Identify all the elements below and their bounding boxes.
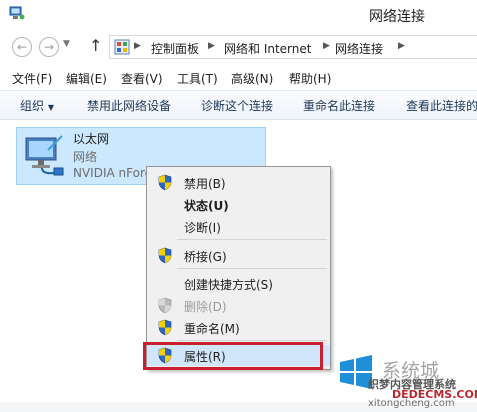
menu-item-delete-label: 删除(D) — [184, 300, 227, 314]
menu-item-status-label: 状态(U) — [184, 199, 229, 213]
forward-button[interactable]: → — [39, 37, 59, 57]
menu-separator — [177, 239, 327, 240]
menu-help[interactable]: 帮助(H) — [289, 70, 331, 87]
connection-name: 以太网 — [73, 132, 110, 146]
menu-item-bridge[interactable]: 桥接(G) — [147, 245, 330, 266]
menu-item-bridge-label: 桥接(G) — [184, 250, 227, 264]
menu-separator — [177, 340, 327, 341]
menu-separator — [177, 268, 327, 269]
view-status-button[interactable]: 查看此连接的 — [406, 97, 477, 114]
disable-device-button[interactable]: 禁用此网络设备 — [87, 97, 171, 114]
menu-item-create-shortcut-label: 创建快捷方式(S) — [184, 278, 273, 292]
breadcrumb-control-panel[interactable]: 控制面板 — [151, 40, 199, 57]
address-bar[interactable]: ▶ 控制面板 ▶ 网络和 Internet ▶ 网络连接 ▶ — [109, 35, 477, 59]
uac-shield-icon — [158, 319, 172, 336]
back-button[interactable]: ← — [12, 37, 32, 57]
up-button[interactable]: ↑ — [89, 36, 102, 55]
chevron-right-icon[interactable]: ▶ — [323, 41, 330, 51]
menu-item-rename-label: 重命名(M) — [184, 322, 240, 336]
chevron-right-icon[interactable]: ▶ — [208, 41, 215, 51]
organize-label: 组织 — [20, 99, 45, 113]
menu-tools[interactable]: 工具(T) — [177, 70, 218, 87]
properties-highlight-annotation — [143, 342, 323, 370]
command-bar: 组织 ▼ 禁用此网络设备 诊断这个连接 重命名此连接 查看此连接的 — [0, 90, 477, 120]
connection-type: 网络 — [73, 150, 98, 164]
breadcrumb-network-connections[interactable]: 网络连接 — [335, 40, 383, 57]
menu-item-rename[interactable]: 重命名(M) — [147, 317, 330, 338]
menu-item-disable-label: 禁用(B) — [184, 177, 226, 191]
rename-connection-button[interactable]: 重命名此连接 — [303, 97, 375, 114]
uac-shield-icon — [158, 247, 172, 264]
control-panel-icon — [114, 39, 130, 55]
menu-item-create-shortcut[interactable]: 创建快捷方式(S) — [147, 273, 330, 294]
menu-item-disable[interactable]: 禁用(B) — [147, 172, 330, 193]
recent-locations-dropdown[interactable]: ▼ — [63, 39, 70, 49]
menu-item-diagnose[interactable]: 诊断(I) — [147, 216, 330, 237]
breadcrumb-network-internet[interactable]: 网络和 Internet — [224, 40, 311, 57]
menu-bar: 文件(F) 编辑(E) 查看(V) 工具(T) 高级(N) 帮助(H) — [0, 67, 477, 89]
menu-file[interactable]: 文件(F) — [12, 70, 52, 87]
menu-edit[interactable]: 编辑(E) — [66, 70, 107, 87]
title-bar: 网络连接 — [0, 0, 477, 30]
window-title: 网络连接 — [369, 9, 425, 25]
chevron-right-icon[interactable]: ▶ — [398, 41, 405, 51]
menu-advanced[interactable]: 高级(N) — [231, 70, 273, 87]
menu-item-status[interactable]: 状态(U) — [147, 194, 330, 215]
menu-view[interactable]: 查看(V) — [121, 70, 163, 87]
menu-item-diagnose-label: 诊断(I) — [184, 221, 221, 235]
menu-item-delete: 删除(D) — [147, 295, 330, 316]
navigation-bar: ← → ▼ ↑ ▶ 控制面板 ▶ 网络和 Internet ▶ 网络连接 ▶ — [0, 33, 477, 61]
watermark-site-domain: xitongcheng.com — [368, 398, 455, 409]
uac-shield-icon — [158, 174, 172, 191]
chevron-right-icon[interactable]: ▶ — [134, 41, 141, 51]
ethernet-adapter-icon — [25, 135, 64, 176]
uac-shield-icon — [158, 297, 172, 314]
organize-button[interactable]: 组织 ▼ — [20, 97, 54, 114]
chevron-down-icon: ▼ — [47, 103, 54, 112]
diagnose-connection-button[interactable]: 诊断这个连接 — [201, 97, 273, 114]
context-menu: 禁用(B) 状态(U) 诊断(I) 桥接(G) 创建快捷方式(S) 删除(D) … — [146, 166, 331, 370]
